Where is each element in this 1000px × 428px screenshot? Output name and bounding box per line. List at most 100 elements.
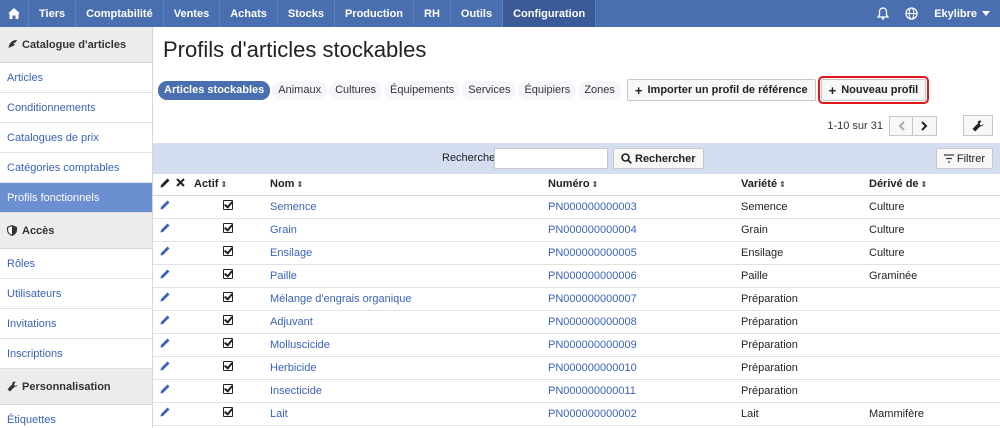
sidebar-item-inscriptions[interactable]: Inscriptions [0,339,152,369]
search-input[interactable] [494,148,608,169]
sidebar-item-utilisateurs[interactable]: Utilisateurs [0,279,152,309]
variety-cell: Grain [741,218,869,242]
tab-services[interactable]: Services [462,80,517,100]
nav-configuration[interactable]: Configuration [503,0,597,27]
delete-cell [176,195,194,219]
checkbox-checked-icon [223,200,233,210]
profile-number-link[interactable]: PN000000000002 [548,402,741,426]
delete-cell [176,356,194,380]
edit-row-button[interactable] [153,333,176,357]
column-header-label: Nom [270,178,295,191]
profile-name-link[interactable]: Grain [270,218,548,242]
user-menu[interactable]: Ekylibre [926,0,1000,27]
nav-production[interactable]: Production [335,0,415,27]
close-icon [176,178,185,187]
column-header-label: Variété [741,178,778,191]
profile-name-link[interactable]: Semence [270,195,548,219]
column-header-nom[interactable]: Nom ⇕ [270,174,548,196]
profile-name-link[interactable]: Insecticide [270,379,548,403]
chevron-down-icon [982,11,990,16]
sidebar-item-etiquettes[interactable]: Étiquettes [0,405,152,428]
previous-page-button[interactable] [889,116,913,136]
sidebar-section-title: Catalogue d'articles [22,38,127,51]
new-profile-button[interactable]: + Nouveau profil [817,76,930,104]
profile-number-link[interactable]: PN000000000003 [548,195,741,219]
table-row: Molluscicide PN000000000009 Préparation [153,333,1000,357]
edit-row-button[interactable] [153,195,176,219]
derived-from-cell: Mammifère [869,402,1000,426]
next-page-button[interactable] [913,116,937,136]
nav-comptabilite[interactable]: Comptabilité [76,0,164,27]
active-checkbox [194,310,270,334]
tab-equipiers[interactable]: Équipiers [518,80,577,100]
import-reference-profile-button[interactable]: + Importer un profil de référence [626,79,816,101]
sidebar-item-articles[interactable]: Articles [0,63,152,93]
nav-outils[interactable]: Outils [451,0,504,27]
sidebar-item-roles[interactable]: Rôles [0,249,152,279]
chevron-left-icon [898,121,905,131]
sidebar-item-categories-comptables[interactable]: Catégories comptables [0,153,152,183]
tab-zones[interactable]: Zones [578,80,621,100]
tab-articles-stockables[interactable]: Articles stockables [158,80,271,100]
profile-name-link[interactable]: Herbicide [270,356,548,380]
edit-row-button[interactable] [153,379,176,403]
pencil-icon [160,407,170,417]
top-navbar: Tiers Comptabilité Ventes Achats Stocks … [0,0,1000,27]
search-button[interactable]: Rechercher [613,148,704,169]
column-header-numero[interactable]: Numéro ⇕ [548,174,741,196]
profile-number-link[interactable]: PN000000000007 [548,287,741,311]
delete-column-header [176,174,194,196]
home-button[interactable] [0,0,29,27]
profile-name-link[interactable]: Ensilage [270,241,548,265]
profile-name-link[interactable]: Mélange d'engrais organique [270,287,548,311]
edit-row-button[interactable] [153,402,176,426]
filter-button[interactable]: Filtrer [935,148,993,169]
table-row: Semence PN000000000003 Semence Culture [153,195,1000,219]
globe-icon [905,7,918,20]
column-header-variete[interactable]: Variété ⇕ [741,174,869,196]
sidebar-item-profils-fonctionnels[interactable]: Profils fonctionnels [0,183,152,213]
tab-cultures[interactable]: Cultures [329,80,383,100]
checkbox-checked-icon [223,315,233,325]
edit-row-button[interactable] [153,356,176,380]
delete-cell [176,379,194,403]
nav-achats[interactable]: Achats [220,0,278,27]
tab-animaux[interactable]: Animaux [272,80,328,100]
column-header-derive[interactable]: Dérivé de ⇕ [869,174,1000,196]
column-header-actif[interactable]: Actif ⇕ [194,174,270,196]
sidebar-item-invitations[interactable]: Invitations [0,309,152,339]
profile-number-link[interactable]: PN000000000005 [548,241,741,265]
checkbox-checked-icon [223,269,233,279]
nav-stocks[interactable]: Stocks [278,0,335,27]
feather-icon [6,39,18,50]
profile-name-link[interactable]: Adjuvant [270,310,548,334]
profile-number-link[interactable]: PN000000000006 [548,264,741,288]
language-button[interactable] [897,0,926,27]
sidebar-item-conditionnements[interactable]: Conditionnements [0,93,152,123]
profile-name-link[interactable]: Lait [270,402,548,426]
profile-name-link[interactable]: Molluscicide [270,333,548,357]
table-settings-button[interactable] [963,115,993,136]
nav-rh[interactable]: RH [414,0,451,27]
profile-number-link[interactable]: PN000000000004 [548,218,741,242]
nav-tiers[interactable]: Tiers [29,0,77,27]
profile-number-link[interactable]: PN000000000011 [548,379,741,403]
sidebar-item-catalogues-prix[interactable]: Catalogues de prix [0,123,152,153]
profile-number-link[interactable]: PN000000000010 [548,356,741,380]
profile-name-link[interactable]: Paille [270,264,548,288]
active-checkbox [194,379,270,403]
pagination: 1-10 sur 31 [827,116,937,136]
table-row: Insecticide PN000000000011 Préparation [153,379,1000,403]
tab-equipements[interactable]: Équipements [384,80,461,100]
edit-row-button[interactable] [153,264,176,288]
pagination-count: 1-10 sur 31 [827,120,883,132]
edit-row-button[interactable] [153,241,176,265]
nav-ventes[interactable]: Ventes [164,0,221,27]
edit-row-button[interactable] [153,287,176,311]
edit-row-button[interactable] [153,218,176,242]
edit-row-button[interactable] [153,310,176,334]
profile-number-link[interactable]: PN000000000008 [548,310,741,334]
profile-number-link[interactable]: PN000000000009 [548,333,741,357]
new-button-label: Nouveau profil [841,84,919,96]
notifications-button[interactable] [869,0,897,27]
